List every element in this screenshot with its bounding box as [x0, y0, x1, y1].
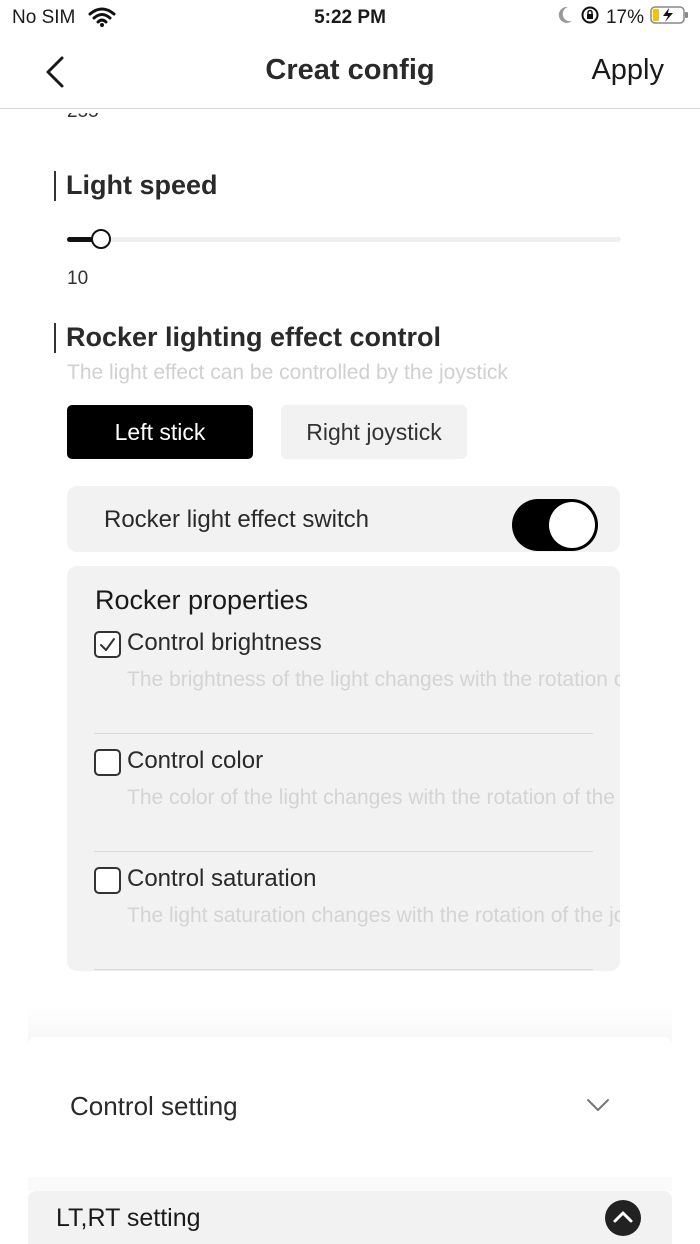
moon-icon	[556, 5, 574, 31]
property-desc: The brightness of the light changes with…	[127, 668, 620, 691]
tab-left-stick[interactable]: Left stick	[67, 405, 253, 459]
lt-rt-setting-label: LT,RT setting	[56, 1204, 201, 1232]
battery-charging-icon	[650, 5, 690, 31]
rocker-light-toggle[interactable]	[512, 499, 598, 551]
chevron-down-icon	[584, 1095, 612, 1115]
rocker-subtitle: The light effect can be controlled by th…	[67, 361, 508, 384]
rotation-lock-icon	[580, 5, 600, 31]
section-marker	[54, 170, 56, 201]
rocker-switch-label: Rocker light effect switch	[104, 506, 369, 533]
rocker-section-header: Rocker lighting effect control	[54, 322, 441, 353]
light-speed-title: Light speed	[66, 170, 218, 200]
property-name: Control saturation	[127, 865, 317, 892]
divider	[94, 969, 593, 970]
scrolled-value-fragment: 255	[67, 113, 127, 133]
navigation-bar: Creat config Apply	[0, 36, 700, 109]
property-name: Control brightness	[127, 629, 322, 656]
control-setting-label: Control setting	[70, 1091, 238, 1121]
section-gap	[28, 1177, 672, 1191]
toggle-knob	[549, 502, 595, 548]
property-control-brightness[interactable]: Control brightness The brightness of the…	[94, 616, 620, 734]
light-speed-slider[interactable]	[67, 228, 621, 250]
property-control-color[interactable]: Control color The color of the light cha…	[94, 734, 620, 852]
property-desc: The color of the light changes with the …	[127, 786, 620, 809]
light-speed-section-header: Light speed	[54, 170, 218, 201]
chevron-up-circle-icon[interactable]	[605, 1200, 641, 1236]
control-setting-row[interactable]: Control setting	[28, 1037, 672, 1177]
rocker-properties-title: Rocker properties	[95, 585, 309, 615]
property-desc: The light saturation changes with the ro…	[127, 904, 620, 927]
rocker-title: Rocker lighting effect control	[66, 322, 442, 352]
slider-track	[67, 237, 621, 242]
slider-thumb[interactable]	[91, 229, 112, 249]
light-speed-value: 10	[67, 268, 89, 289]
tab-right-joystick[interactable]: Right joystick	[281, 405, 467, 459]
checkbox-color[interactable]	[94, 749, 121, 776]
checkmark-icon	[100, 638, 115, 651]
lt-rt-setting-row[interactable]: LT,RT setting	[28, 1191, 672, 1244]
battery-percent: 17%	[605, 7, 644, 28]
status-bar: No SIM 5:22 PM 17%	[0, 0, 700, 36]
checkbox-brightness[interactable]	[94, 631, 121, 658]
property-name: Control color	[127, 747, 264, 774]
section-marker	[54, 322, 56, 353]
checkbox-saturation[interactable]	[94, 867, 121, 894]
rocker-properties-panel: Rocker properties Control brightness The…	[67, 566, 620, 971]
rocker-switch-row: Rocker light effect switch	[67, 486, 620, 552]
apply-button[interactable]: Apply	[591, 54, 664, 87]
property-control-saturation[interactable]: Control saturation The light saturation …	[94, 852, 620, 970]
